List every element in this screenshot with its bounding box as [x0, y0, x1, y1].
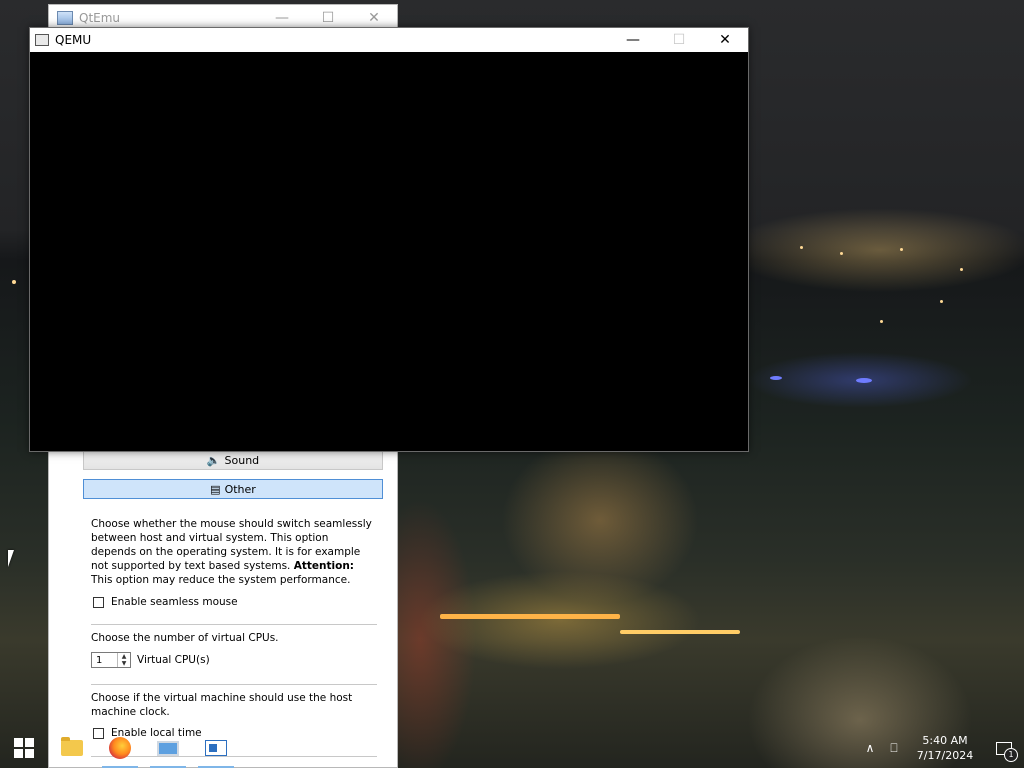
windows-logo-icon: [14, 738, 34, 758]
seamless-mouse-description: Choose whether the mouse should switch s…: [91, 517, 376, 587]
section-divider: [91, 624, 377, 625]
notification-count-badge: 1: [1004, 748, 1018, 762]
qemu-titlebar[interactable]: QEMU — ☐ ✕: [30, 28, 748, 52]
seamless-description-warning: This option may reduce the system perfor…: [91, 574, 351, 586]
other-section-button[interactable]: ▤ Other: [83, 479, 383, 499]
cpu-unit-label: Virtual CPU(s): [137, 654, 210, 666]
sound-section-label: Sound: [224, 453, 260, 467]
sound-section-button[interactable]: 🔈 Sound: [83, 450, 383, 470]
wallpaper-light: [856, 378, 872, 383]
wallpaper-light: [840, 252, 843, 255]
firefox-icon: [109, 737, 131, 759]
taskbar-app-qemu[interactable]: [192, 728, 240, 768]
clock[interactable]: 5:40 AM 7/17/2024: [906, 733, 984, 763]
wallpaper-light: [440, 614, 620, 619]
taskbar-app-firefox[interactable]: [96, 728, 144, 768]
clock-description: Choose if the virtual machine should use…: [91, 692, 353, 718]
qemu-window: QEMU — ☐ ✕: [29, 27, 749, 452]
qemu-window-title: QEMU: [55, 33, 92, 47]
qemu-minimize-button[interactable]: —: [610, 28, 656, 52]
other-settings-icon: ▤: [210, 482, 221, 496]
qemu-window-controls: — ☐ ✕: [610, 28, 748, 52]
other-section-label: Other: [224, 482, 256, 496]
attention-label: Attention:: [293, 560, 355, 572]
spin-down-icon[interactable]: ▼: [118, 660, 130, 667]
taskbar: ∧ ⎕ 5:40 AM 7/17/2024 1: [0, 728, 1024, 768]
action-center-button[interactable]: 1: [984, 728, 1024, 768]
qemu-close-button[interactable]: ✕: [702, 28, 748, 52]
monitor-icon: [157, 740, 179, 756]
section-divider: [91, 684, 377, 685]
qemu-app-icon: [35, 34, 49, 46]
wallpaper-light: [620, 630, 740, 634]
cpu-count-value[interactable]: 1: [92, 655, 117, 666]
network-icon[interactable]: ⎕: [882, 728, 906, 768]
seamless-mouse-label: Enable seamless mouse: [111, 596, 238, 608]
start-button[interactable]: [0, 728, 48, 768]
wallpaper-light: [940, 300, 943, 303]
seamless-mouse-option[interactable]: Enable seamless mouse: [93, 596, 238, 608]
qemu-maximize-button: ☐: [672, 32, 686, 48]
cpu-row: 1 ▲ ▼ Virtual CPU(s): [91, 652, 210, 668]
taskbar-app-qtemu[interactable]: [144, 728, 192, 768]
wallpaper-light: [800, 246, 803, 249]
window-icon: [205, 740, 227, 756]
desktop: QtEmu — ☐ ✕ 🔈 Sound ▤ Other Choose wheth…: [0, 0, 1024, 768]
mouse-cursor-icon: [8, 550, 14, 567]
wallpaper-light: [12, 280, 16, 284]
qemu-display[interactable]: [30, 52, 748, 451]
wallpaper-light: [770, 376, 782, 380]
spin-arrows: ▲ ▼: [117, 653, 130, 667]
cpu-description: Choose the number of virtual CPUs.: [91, 632, 279, 644]
folder-icon: [61, 737, 83, 756]
qtemu-window-title: QtEmu: [79, 11, 121, 25]
clock-date: 7/17/2024: [916, 749, 974, 762]
speaker-icon: 🔈: [206, 453, 221, 467]
system-tray: ∧ ⎕ 5:40 AM 7/17/2024 1: [858, 728, 1024, 768]
qtemu-app-icon: [57, 11, 73, 25]
wallpaper-light: [900, 248, 903, 251]
seamless-mouse-checkbox[interactable]: [93, 596, 104, 608]
wallpaper-light: [880, 320, 883, 323]
cpu-count-spinbox[interactable]: 1 ▲ ▼: [91, 652, 131, 668]
wallpaper-light: [960, 268, 963, 271]
taskbar-app-file-explorer[interactable]: [48, 728, 96, 768]
show-hidden-icons-chevron-icon[interactable]: ∧: [858, 728, 882, 768]
clock-time: 5:40 AM: [922, 734, 968, 747]
spin-up-icon[interactable]: ▲: [118, 653, 130, 660]
